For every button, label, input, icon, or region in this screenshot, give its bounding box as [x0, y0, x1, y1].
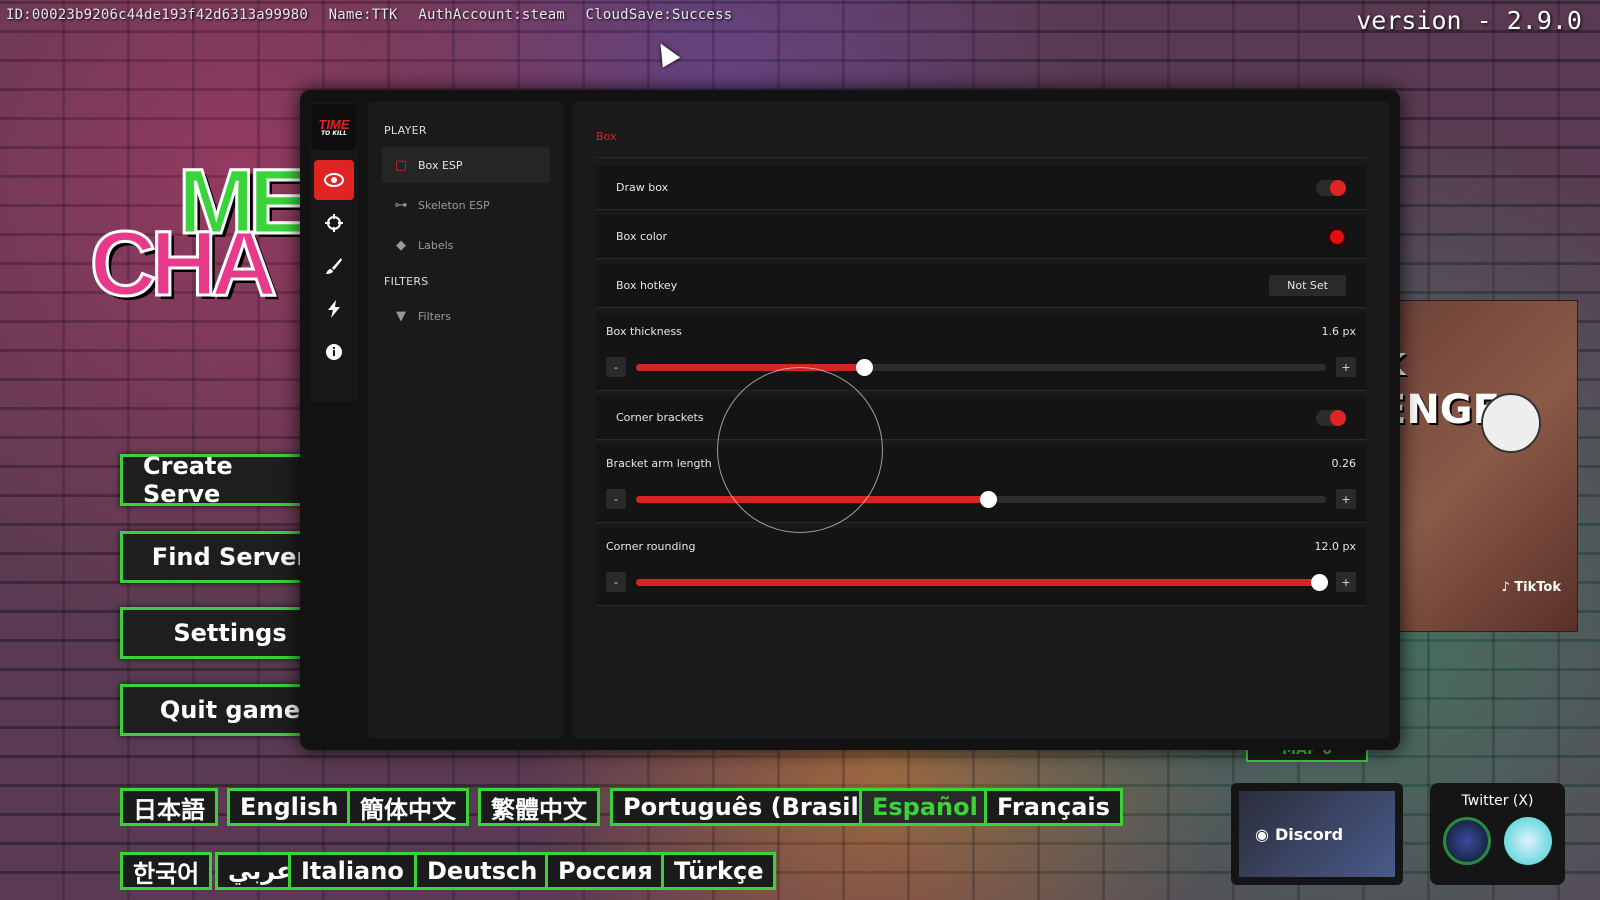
box-icon: ▢	[394, 157, 408, 173]
twitter-link-1-icon[interactable]	[1443, 817, 1492, 865]
box-hotkey-row: Box hotkey Not Set	[596, 264, 1366, 308]
bracket-arm-length-increment-button[interactable]: +	[1336, 489, 1356, 509]
feature-sidebar: PLAYER ▢ Box ESP ⊶ Skeleton ESP ◆ Labels…	[368, 102, 564, 738]
bone-icon: ⊶	[394, 197, 408, 213]
discord-icon: ◉	[1255, 824, 1269, 844]
bracket-arm-length-decrement-button[interactable]: -	[606, 489, 626, 509]
version-label: version - 2.9.0	[1356, 6, 1582, 35]
lang-german-button[interactable]: Deutsch	[414, 852, 551, 890]
corner-brackets-toggle[interactable]	[1316, 409, 1346, 426]
corner-rounding-row: Corner rounding 12.0 px - +	[596, 528, 1366, 606]
lang-portuguese-button[interactable]: Português (Brasil)	[610, 788, 883, 826]
box-thickness-label: Box thickness	[606, 325, 682, 338]
twitter-label: Twitter (X)	[1461, 793, 1534, 809]
box-settings-content: Box Draw box Box color Box hotkey Not Se…	[572, 102, 1390, 738]
create-server-button[interactable]: Create Serve	[120, 452, 320, 508]
session-id: ID:00023b9206c44de193f42d6313a99980	[6, 7, 309, 23]
lang-spanish-button[interactable]: Español	[859, 788, 991, 826]
lang-italian-button[interactable]: Italiano	[288, 852, 417, 890]
sidebar-item-label: Skeleton ESP	[418, 198, 490, 212]
box-hotkey-label: Box hotkey	[616, 279, 678, 292]
bracket-arm-length-label: Bracket arm length	[606, 457, 712, 470]
bracket-arm-length-row: Bracket arm length 0.26 - +	[596, 445, 1366, 523]
corner-rounding-increment-button[interactable]: +	[1336, 572, 1356, 592]
touch-indicator-ring	[717, 367, 883, 533]
player-name: Name:TTK	[328, 7, 398, 23]
smiley-face-image	[1481, 393, 1541, 453]
cloud-save-status: CloudSave:Success	[585, 7, 733, 23]
lang-traditional-chinese-button[interactable]: 繁體中文	[478, 788, 600, 826]
tiktok-label: ♪ TikTok	[1501, 580, 1561, 595]
sidebar-item-label: Filters	[418, 309, 451, 323]
tag-icon: ◆	[396, 237, 406, 253]
sidebar-item-label: Box ESP	[418, 158, 463, 172]
session-info-bar: ID:00023b9206c44de193f42d6313a99980 Name…	[6, 7, 744, 23]
promo-banner[interactable]: k ENGE ♪ TikTok	[1376, 300, 1578, 632]
box-thickness-row: Box thickness 1.6 px - +	[596, 313, 1366, 391]
box-color-swatch[interactable]	[1328, 227, 1346, 246]
discord-label: Discord	[1274, 824, 1344, 844]
lang-simplified-chinese-button[interactable]: 簡体中文	[347, 788, 469, 826]
draw-box-toggle[interactable]	[1316, 179, 1346, 196]
sidebar-item-filters[interactable]: ▼ Filters	[382, 298, 550, 334]
sidebar-item-label: Labels	[418, 238, 454, 252]
visuals-tab-eye-icon[interactable]	[314, 160, 354, 200]
player-section-heading: PLAYER	[384, 124, 427, 137]
box-color-row: Box color	[596, 215, 1366, 259]
corner-rounding-slider[interactable]	[636, 574, 1329, 591]
box-thickness-value: 1.6 px	[1321, 325, 1356, 338]
find-server-button[interactable]: Find Server	[120, 531, 320, 583]
box-thickness-increment-button[interactable]: +	[1336, 357, 1356, 377]
slider-fill	[636, 579, 1320, 586]
discord-banner: ◉ Discord	[1239, 791, 1395, 877]
corner-rounding-decrement-button[interactable]: -	[606, 572, 626, 592]
bracket-arm-length-value: 0.26	[1331, 457, 1357, 470]
slider-thumb[interactable]	[855, 359, 873, 376]
sidebar-item-box-esp[interactable]: ▢ Box ESP	[382, 147, 550, 183]
tiktok-text: TikTok	[1514, 580, 1561, 595]
brand-line-2: TO KILL	[321, 129, 347, 137]
slider-thumb[interactable]	[979, 491, 997, 508]
game-logo: ME CHA	[88, 150, 311, 330]
box-thickness-decrement-button[interactable]: -	[606, 357, 626, 377]
discord-link[interactable]: ◉ Discord	[1231, 783, 1403, 885]
sidebar-item-skeleton-esp[interactable]: ⊶ Skeleton ESP	[382, 187, 550, 223]
corner-rounding-label: Corner rounding	[606, 540, 696, 553]
section-title: Box	[596, 102, 1366, 158]
box-thickness-slider[interactable]	[636, 359, 1326, 376]
style-tab-brush-icon[interactable]	[314, 246, 354, 286]
brand-line-1: TIME	[318, 116, 350, 132]
lang-english-button[interactable]: English	[227, 788, 352, 826]
draw-box-label: Draw box	[616, 181, 669, 194]
slider-thumb[interactable]	[1311, 574, 1329, 591]
lang-french-button[interactable]: Français	[984, 788, 1123, 826]
twitter-link-2-icon[interactable]	[1503, 817, 1552, 865]
corner-rounding-value: 12.0 px	[1314, 540, 1356, 553]
filter-icon: ▼	[396, 308, 406, 324]
draw-box-row: Draw box	[596, 166, 1366, 210]
auth-account: AuthAccount:steam	[418, 7, 566, 23]
lang-japanese-button[interactable]: 日本語	[120, 788, 218, 826]
box-color-label: Box color	[616, 230, 668, 243]
aim-tab-crosshair-icon[interactable]	[314, 203, 354, 243]
slider-fill	[636, 364, 864, 371]
misc-tab-bolt-icon[interactable]	[314, 289, 354, 329]
quit-game-button[interactable]: Quit game	[120, 684, 320, 736]
corner-brackets-row: Corner brackets	[596, 396, 1366, 440]
box-hotkey-button[interactable]: Not Set	[1269, 275, 1346, 296]
corner-brackets-label: Corner brackets	[616, 411, 704, 424]
filters-section-heading: FILTERS	[384, 275, 429, 288]
lang-korean-button[interactable]: 한국어	[120, 852, 213, 890]
twitter-panel: Twitter (X)	[1430, 783, 1565, 885]
settings-button[interactable]: Settings	[120, 607, 320, 659]
lang-russian-button[interactable]: Россия	[545, 852, 666, 890]
category-rail: TIME TO KILL	[310, 102, 358, 402]
lang-turkish-button[interactable]: Türkçe	[661, 852, 777, 890]
info-tab-info-icon[interactable]	[314, 332, 354, 372]
logo-line-2: CHA	[88, 212, 278, 317]
sidebar-item-labels[interactable]: ◆ Labels	[382, 227, 550, 263]
brand-logo: TIME TO KILL	[311, 104, 357, 150]
